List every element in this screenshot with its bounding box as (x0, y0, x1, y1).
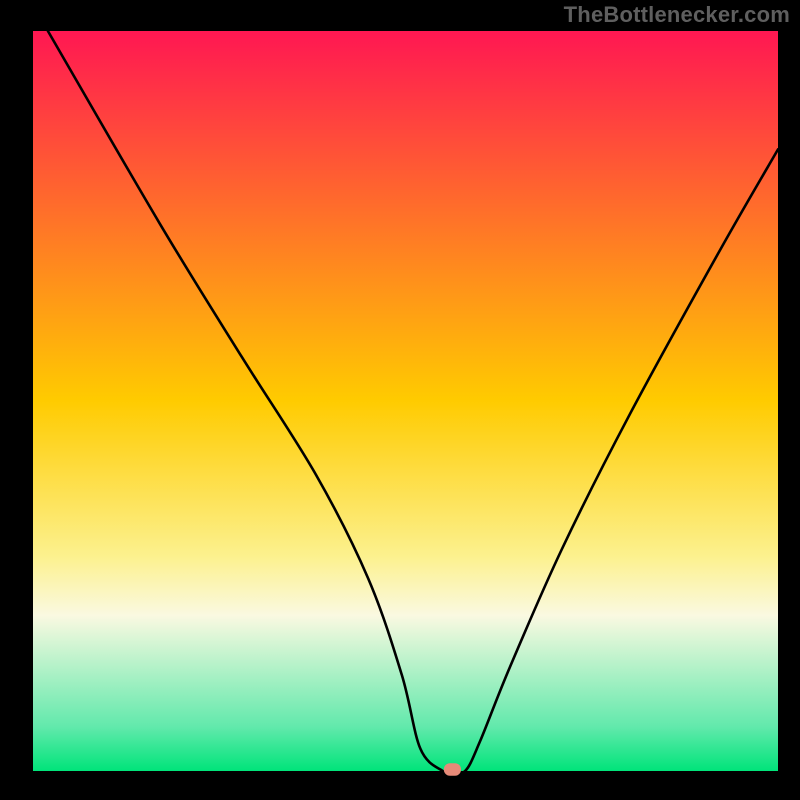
chart-frame: TheBottlenecker.com (0, 0, 800, 800)
bottleneck-chart (0, 0, 800, 800)
plot-background (33, 31, 778, 771)
watermark: TheBottlenecker.com (564, 2, 790, 28)
optimal-point-marker (444, 763, 461, 776)
